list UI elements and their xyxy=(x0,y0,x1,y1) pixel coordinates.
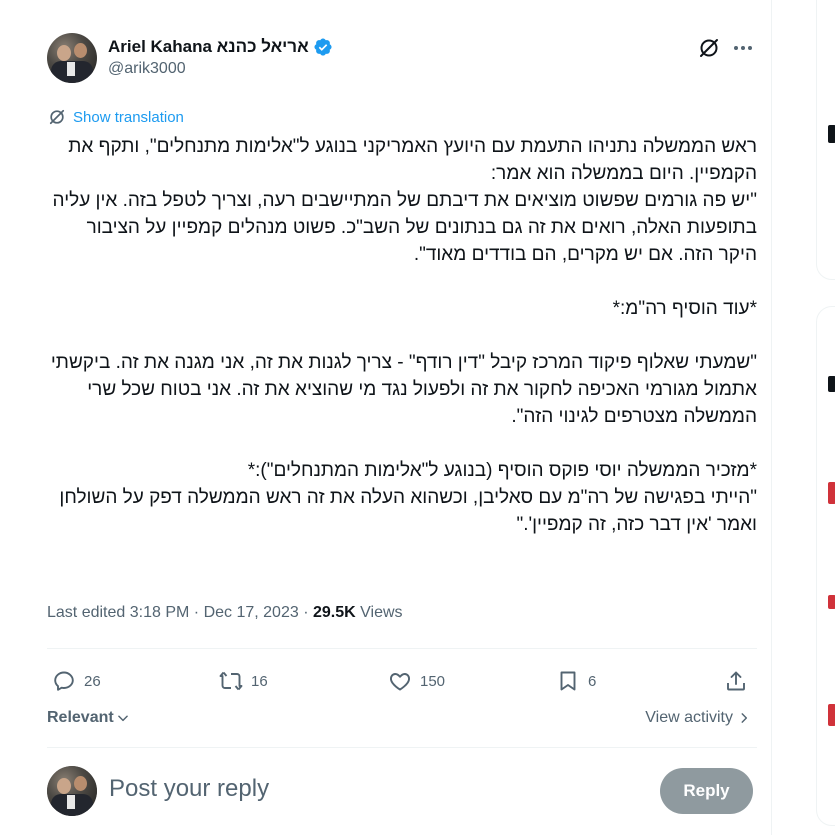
reply-action[interactable]: 26 xyxy=(52,668,101,694)
bookmark-count: 6 xyxy=(588,672,597,690)
sidebar-fragment xyxy=(828,595,835,609)
divider xyxy=(47,747,757,748)
view-activity-label: View activity xyxy=(645,709,733,726)
right-sidebar xyxy=(790,0,835,835)
reply-bubble-icon xyxy=(54,671,74,691)
show-translation-label[interactable]: Show translation xyxy=(73,109,184,126)
tweet-meta: Last edited 3:18 PM · Dec 17, 2023 · 29.… xyxy=(47,604,403,622)
tweet-time[interactable]: 3:18 PM xyxy=(130,604,190,621)
bookmark-action[interactable]: 6 xyxy=(556,668,596,694)
user-avatar[interactable] xyxy=(47,766,97,816)
share-upload-icon xyxy=(727,671,745,691)
heart-icon xyxy=(390,673,410,691)
share-action[interactable] xyxy=(724,668,748,694)
reply-composer: Reply xyxy=(47,766,757,818)
more-dots-icon[interactable] xyxy=(731,36,755,60)
meta-separator: · xyxy=(193,604,200,621)
edited-label[interactable]: Last edited xyxy=(47,604,125,621)
tweet-text: ראש הממשלה נתניהו התעמת עם היועץ האמריקנ… xyxy=(50,136,757,535)
repost-count: 16 xyxy=(251,672,268,690)
like-action[interactable]: 150 xyxy=(388,668,445,694)
views-label: Views xyxy=(360,604,403,621)
views-count: 29.5K xyxy=(312,604,356,621)
divider xyxy=(47,648,757,649)
sidebar-fragment xyxy=(828,704,835,726)
tweet-detail-column: Ariel Kahana אריאל כהנא @arik3000 Show t… xyxy=(0,0,772,835)
translate-slash-icon xyxy=(49,109,65,125)
show-translation-link[interactable]: Show translation xyxy=(47,107,184,127)
author-name[interactable]: Ariel Kahana אריאל כהנא xyxy=(108,37,309,57)
bookmark-icon xyxy=(560,671,576,691)
author-name-line: Ariel Kahana אריאל כהנא xyxy=(108,35,333,59)
relevant-label: Relevant xyxy=(47,709,114,726)
tweet-date[interactable]: Dec 17, 2023 xyxy=(204,604,299,621)
chevron-right-icon xyxy=(741,713,748,723)
repost-arrows-icon xyxy=(219,671,243,691)
sidebar-fragment xyxy=(828,482,835,504)
repost-action[interactable]: 16 xyxy=(219,668,268,694)
reply-sort-dropdown[interactable]: Relevant xyxy=(47,709,130,727)
reply-count: 26 xyxy=(84,672,101,690)
tweet-actions-bar: 26 16 150 6 xyxy=(47,664,757,698)
like-count: 150 xyxy=(420,672,446,690)
view-activity-link[interactable]: View activity xyxy=(645,709,751,727)
sidebar-fragment xyxy=(828,376,835,392)
reply-input[interactable] xyxy=(109,775,629,803)
reply-button[interactable]: Reply xyxy=(660,768,753,814)
tweet-header: Ariel Kahana אריאל כהנא @arik3000 xyxy=(47,33,757,85)
meta-separator-2: · xyxy=(303,604,309,621)
sidebar-fragment xyxy=(828,125,835,143)
chevron-down-icon xyxy=(117,715,128,722)
author-handle[interactable]: @arik3000 xyxy=(108,60,186,78)
grok-slash-circle-icon[interactable] xyxy=(697,36,721,60)
verified-badge-icon[interactable] xyxy=(313,37,333,57)
author-avatar[interactable] xyxy=(47,33,97,83)
